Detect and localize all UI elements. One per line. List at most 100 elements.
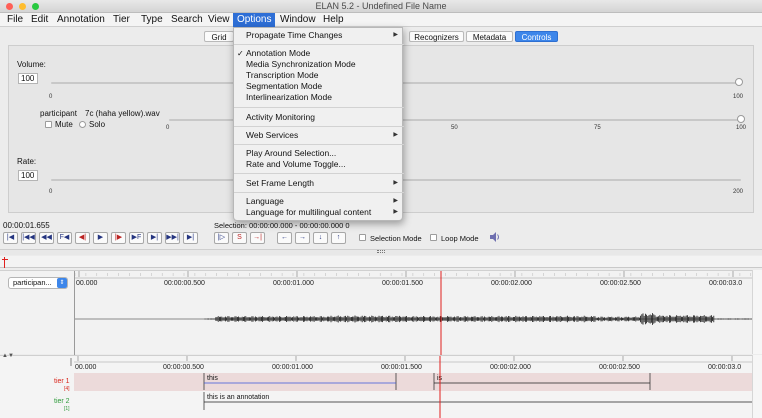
next-scrollview-button[interactable]: ▶▶|: [165, 232, 180, 244]
ruler-tick-label: 00:00:00.500: [163, 364, 204, 371]
ruler-tick-label: 00:00:00.500: [164, 280, 205, 287]
menu-options[interactable]: Options: [233, 13, 276, 27]
interlinearization-label: Interlinearization Mode: [246, 92, 332, 102]
submenu-arrow-icon: ▶: [393, 209, 398, 215]
tier-scrollbar[interactable]: [752, 355, 762, 418]
menu-file[interactable]: File: [3, 13, 27, 27]
participant-label: participant: [40, 109, 77, 118]
tab-recognizers[interactable]: Recognizers: [409, 31, 464, 42]
divider-grip-icon[interactable]: [377, 250, 385, 253]
timeline-viewer[interactable]: ▲▼ 00.000 00:00:00.500 00:00:01.000 00:00:0…: [0, 353, 762, 418]
waveform-svg: 00.000 00:00:00.500 00:00:01.000 00:00:01.5…: [74, 271, 753, 355]
title-bar: ELAN 5.2 - Undefined File Name: [0, 0, 762, 13]
toggle-active-boundary-button[interactable]: →|: [250, 232, 265, 244]
play-selection-button[interactable]: |▷: [214, 232, 229, 244]
previous-scrollview-button[interactable]: |◀◀: [21, 232, 36, 244]
solo-radio[interactable]: [79, 121, 86, 128]
tier-label-divider[interactable]: [70, 358, 72, 366]
close-window-button[interactable]: [6, 3, 13, 10]
participant-file: 7c (haha yellow).wav: [85, 109, 160, 118]
select-chevron-icon[interactable]: ⇕: [57, 278, 67, 288]
rate-label: Rate:: [17, 157, 37, 166]
previous-annotation-button[interactable]: ←: [277, 232, 292, 244]
menu-search[interactable]: Search: [167, 13, 207, 27]
menu-item-transcription-mode[interactable]: Transcription Mode: [234, 70, 404, 81]
menu-item-propagate-time-changes[interactable]: Propagate Time Changes ▶: [234, 30, 404, 41]
timeline-strip[interactable]: [0, 256, 762, 268]
loop-mode-checkbox[interactable]: [430, 234, 437, 241]
menu-help[interactable]: Help: [319, 13, 348, 27]
tier1-name[interactable]: tier 1: [54, 378, 70, 385]
selection-mode-checkbox[interactable]: [359, 234, 366, 241]
menu-item-activity-monitoring[interactable]: Activity Monitoring: [234, 112, 404, 123]
volume-slider-thumb[interactable]: [735, 78, 743, 86]
go-to-begin-button[interactable]: |◀: [3, 232, 18, 244]
collapse-arrow-icon[interactable]: ▲▼: [2, 353, 14, 359]
tier-down-button[interactable]: ↓: [313, 232, 328, 244]
mute-checkbox[interactable]: [45, 121, 52, 128]
menu-item-segmentation-mode[interactable]: Segmentation Mode: [234, 81, 404, 92]
submenu-arrow-icon: ▶: [393, 180, 398, 186]
frame-left-button[interactable]: F◀: [57, 232, 72, 244]
tier2-name[interactable]: tier 2: [54, 398, 70, 405]
ruler-tick-label: 00:00:02.500: [600, 280, 641, 287]
menu-type[interactable]: Type: [137, 13, 167, 27]
tab-controls[interactable]: Controls: [515, 31, 558, 42]
menu-separator: [234, 44, 404, 45]
menu-item-set-frame-length[interactable]: Set Frame Length ▶: [234, 178, 404, 189]
menu-window[interactable]: Window: [276, 13, 320, 27]
waveform-scrollbar[interactable]: [752, 270, 762, 354]
volume-speaker-icon[interactable]: [489, 232, 501, 242]
web-services-label: Web Services: [246, 130, 299, 140]
timeline-crosshair-cap: [2, 259, 8, 260]
second-right-button[interactable]: ▶|: [147, 232, 162, 244]
minimize-window-button[interactable]: [19, 3, 26, 10]
menu-item-rate-volume-toggle[interactable]: Rate and Volume Toggle...: [234, 159, 404, 170]
play-button[interactable]: ▶: [93, 232, 108, 244]
transcription-label: Transcription Mode: [246, 70, 319, 80]
volume-tick-min: 0: [49, 94, 53, 100]
pixel-right-button[interactable]: |▶: [111, 232, 126, 244]
volume-label: Volume:: [17, 60, 46, 69]
menu-item-interlinearization-mode[interactable]: Interlinearization Mode: [234, 92, 404, 103]
participant-tick-50: 50: [451, 125, 458, 131]
participant-volume-thumb[interactable]: [737, 115, 745, 123]
volume-field[interactable]: 100: [18, 73, 38, 84]
volume-tick-max: 100: [733, 94, 744, 100]
pixel-left-button[interactable]: ◀|: [75, 232, 90, 244]
menu-annotation[interactable]: Annotation: [53, 13, 109, 27]
participant-select-value: participan...: [13, 278, 52, 287]
waveform-viewer[interactable]: participan... ⇕ 00.000 00:00:00.500 00:00:…: [0, 270, 762, 355]
second-left-button[interactable]: ◀◀: [39, 232, 54, 244]
rate-field[interactable]: 100: [18, 170, 38, 181]
menu-tier[interactable]: Tier: [109, 13, 134, 27]
menu-item-annotation-mode[interactable]: ✓ Annotation Mode: [234, 48, 404, 59]
activity-label: Activity Monitoring: [246, 112, 315, 122]
menu-item-web-services[interactable]: Web Services ▶: [234, 130, 404, 141]
current-time-display: 00:00:01.655: [3, 221, 50, 230]
tab-grid[interactable]: Grid: [204, 31, 234, 42]
menu-edit[interactable]: Edit: [27, 13, 52, 27]
annotation-mode-label: Annotation Mode: [246, 48, 311, 58]
frame-right-button[interactable]: ▶F: [129, 232, 144, 244]
menu-view[interactable]: View: [204, 13, 234, 27]
solo-label: Solo: [89, 120, 106, 129]
go-to-end-button[interactable]: ▶|: [183, 232, 198, 244]
ruler-tick-label: 00:00:03.0: [709, 280, 742, 287]
next-annotation-button[interactable]: →: [295, 232, 310, 244]
zoom-window-button[interactable]: [32, 3, 39, 10]
tab-metadata[interactable]: Metadata: [466, 31, 513, 42]
tier-up-button[interactable]: ↑: [331, 232, 346, 244]
participant-tick-0: 0: [166, 125, 170, 131]
ruler-tick-label: 00:00:01.000: [272, 364, 313, 371]
submenu-arrow-icon: ▶: [393, 32, 398, 38]
clear-selection-button[interactable]: S: [232, 232, 247, 244]
menu-item-media-sync-mode[interactable]: Media Synchronization Mode: [234, 59, 404, 70]
language-label: Language: [246, 196, 284, 206]
menu-item-language[interactable]: Language ▶: [234, 196, 404, 207]
selection-mode-label: Selection Mode: [370, 234, 422, 243]
menu-item-play-around-selection[interactable]: Play Around Selection...: [234, 148, 404, 159]
menu-item-language-multilingual[interactable]: Language for multilingual content ▶: [234, 207, 404, 218]
media-sync-label: Media Synchronization Mode: [246, 59, 356, 69]
waveform-plot[interactable]: 00.000 00:00:00.500 00:00:01.000 00:00:01.5…: [74, 271, 753, 355]
